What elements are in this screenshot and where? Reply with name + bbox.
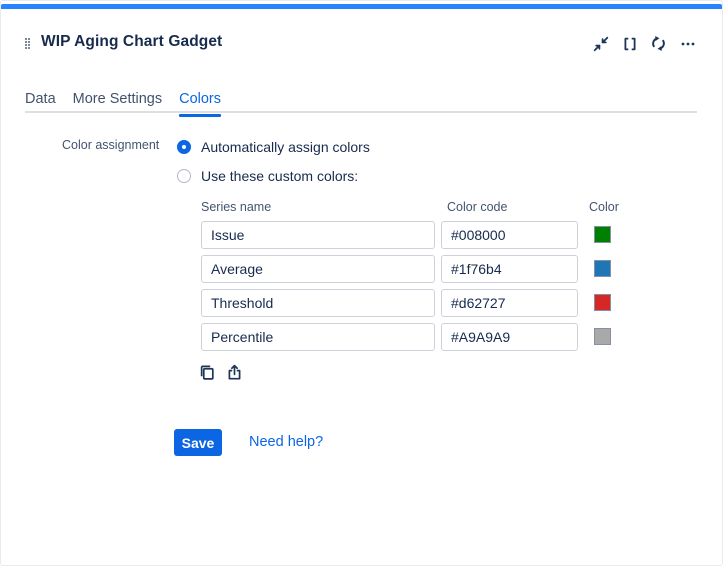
color-header: Color bbox=[589, 200, 619, 214]
series-name-header: Series name bbox=[201, 200, 271, 214]
tab-data[interactable]: Data bbox=[25, 91, 56, 117]
refresh-icon[interactable] bbox=[650, 35, 667, 52]
radio-option-custom: Use these custom colors: bbox=[177, 168, 358, 184]
series-name-input[interactable] bbox=[201, 323, 435, 351]
more-icon[interactable] bbox=[679, 35, 696, 52]
minimize-icon[interactable] bbox=[592, 35, 609, 52]
color-code-input[interactable] bbox=[441, 255, 578, 283]
save-button[interactable]: Save bbox=[174, 429, 222, 456]
color-swatch bbox=[594, 260, 611, 277]
color-code-input[interactable] bbox=[441, 221, 578, 249]
color-code-header: Color code bbox=[447, 200, 507, 214]
radio-option-automatic: Automatically assign colors bbox=[177, 139, 370, 155]
radio-automatic-label[interactable]: Automatically assign colors bbox=[201, 139, 370, 155]
table-tools bbox=[199, 364, 243, 381]
radio-custom-label[interactable]: Use these custom colors: bbox=[201, 168, 358, 184]
header-actions bbox=[592, 35, 696, 52]
color-assignment-label: Color assignment bbox=[62, 138, 159, 152]
color-code-input[interactable] bbox=[441, 289, 578, 317]
tabs-divider bbox=[25, 111, 697, 113]
gadget-title: WIP Aging Chart Gadget bbox=[41, 33, 222, 51]
radio-automatic[interactable] bbox=[177, 140, 191, 154]
series-name-input[interactable] bbox=[201, 221, 435, 249]
color-swatch bbox=[594, 226, 611, 243]
share-icon[interactable] bbox=[226, 364, 243, 381]
radio-custom[interactable] bbox=[177, 169, 191, 183]
settings-tabs: Data More Settings Colors bbox=[25, 91, 221, 117]
gadget-card: WIP Aging Chart Gadget bbox=[0, 0, 723, 566]
drag-handle-icon[interactable] bbox=[25, 38, 30, 49]
color-swatch bbox=[594, 294, 611, 311]
fullscreen-icon[interactable] bbox=[621, 35, 638, 52]
tab-more-settings[interactable]: More Settings bbox=[73, 91, 162, 117]
series-name-input[interactable] bbox=[201, 289, 435, 317]
gadget-accent-bar bbox=[1, 4, 722, 9]
series-name-input[interactable] bbox=[201, 255, 435, 283]
tab-colors[interactable]: Colors bbox=[179, 91, 221, 117]
color-swatch bbox=[594, 328, 611, 345]
color-code-input[interactable] bbox=[441, 323, 578, 351]
copy-icon[interactable] bbox=[199, 364, 216, 381]
need-help-link[interactable]: Need help? bbox=[249, 434, 323, 450]
